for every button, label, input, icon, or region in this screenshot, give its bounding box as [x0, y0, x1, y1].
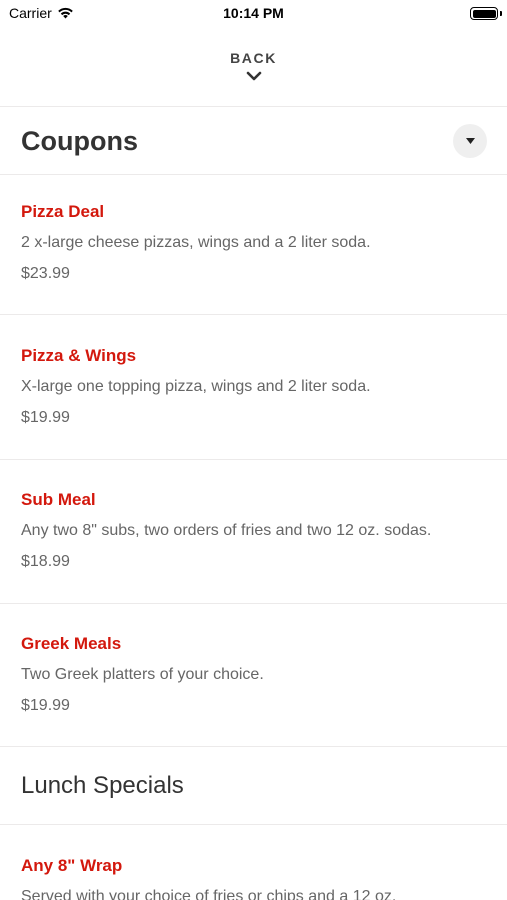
coupons-section-header: Coupons	[0, 108, 507, 175]
status-bar: Carrier 10:14 PM	[0, 0, 507, 30]
back-button[interactable]: BACK	[0, 30, 507, 107]
item-price: $19.99	[21, 409, 70, 426]
battery-cap	[500, 11, 502, 16]
item-description: Served with your choice of fries or chip…	[21, 888, 397, 900]
lunch-specials-title: Lunch Specials	[21, 771, 184, 799]
item-price: $18.99	[21, 553, 70, 570]
item-name: Pizza Deal	[21, 202, 105, 221]
section-toggle-button[interactable]	[453, 124, 487, 158]
coupons-title: Coupons	[21, 125, 138, 156]
item-description: X-large one topping pizza, wings and 2 l…	[21, 378, 371, 395]
caret-down-icon	[465, 138, 475, 144]
menu-item-pizza-wings[interactable]: Pizza & Wings X-large one topping pizza,…	[0, 316, 507, 460]
item-description: Two Greek platters of your choice.	[21, 666, 264, 683]
item-description: Any two 8" subs, two orders of fries and…	[21, 522, 432, 539]
menu-item-sub-meal[interactable]: Sub Meal Any two 8" subs, two orders of …	[0, 461, 507, 604]
item-name: Pizza & Wings	[21, 346, 137, 365]
item-name: Sub Meal	[21, 490, 96, 509]
clock: 10:14 PM	[223, 5, 284, 21]
item-price: $19.99	[21, 697, 70, 714]
menu-item-any-8-wrap[interactable]: Any 8" Wrap Served with your choice of f…	[0, 826, 507, 900]
item-name: Any 8" Wrap	[21, 856, 123, 875]
battery-icon	[470, 7, 498, 20]
chevron-down-icon	[246, 71, 261, 81]
item-name: Greek Meals	[21, 634, 122, 653]
item-price: $23.99	[21, 265, 70, 282]
lunch-specials-section-header: Lunch Specials	[0, 747, 507, 825]
menu-item-greek-meals[interactable]: Greek Meals Two Greek platters of your c…	[0, 605, 507, 747]
menu-item-pizza-deal[interactable]: Pizza Deal 2 x-large cheese pizzas, wing…	[0, 176, 507, 315]
item-description: 2 x-large cheese pizzas, wings and a 2 l…	[21, 234, 371, 251]
back-label: BACK	[230, 50, 277, 66]
